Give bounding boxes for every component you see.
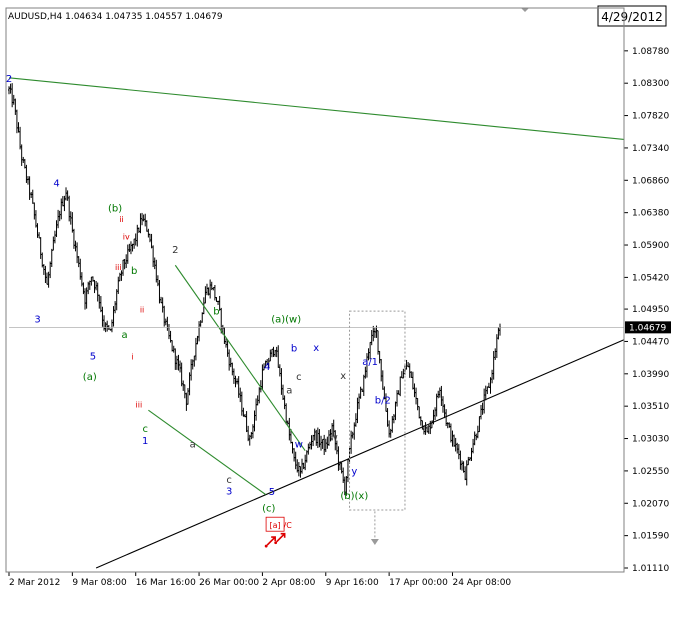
price-tick-label: 1.02550: [632, 467, 669, 477]
price-tick-label: 1.03510: [632, 402, 669, 412]
wave-label: b/2: [375, 395, 391, 406]
wave-label: iii: [115, 263, 122, 272]
wave-label: /C: [284, 521, 293, 530]
wave-label: a/1: [362, 357, 378, 368]
price-tick-label: 1.07820: [632, 112, 669, 122]
wave-label: x: [340, 371, 346, 382]
price-tick-label: 1.07340: [632, 144, 669, 154]
date-badge: 4/29/2012: [597, 5, 667, 27]
wave-label: b: [213, 306, 219, 317]
chart-container: 2 4 3 5 (a) (b) ii iv iii b a ii i iii c 1 2 a b c 3 4 5 (c) [a]…: [0, 0, 673, 633]
wave-label: c: [226, 475, 232, 486]
wave-label: b: [131, 266, 137, 277]
wave-label: (a): [83, 372, 97, 383]
wave-label: c: [296, 372, 302, 383]
wave-label: 4: [53, 178, 59, 189]
price-tick-label: 1.08780: [632, 47, 669, 57]
wave-label: iii: [136, 401, 143, 410]
wave-label: 2: [172, 245, 178, 256]
symbol-info: AUDUSD,H4 1.04634 1.04735 1.04557 1.0467…: [8, 12, 223, 22]
current-price-tag-text: 1.04679: [629, 323, 666, 333]
wave-label: (b): [108, 203, 122, 214]
price-tick-label: 1.04950: [632, 305, 669, 315]
wave-label: i: [131, 353, 133, 362]
time-tick-label: 16 Mar 16:00: [136, 578, 196, 588]
wave-label: x: [313, 343, 319, 354]
price-tick-label: 1.01590: [632, 532, 669, 542]
price-tick-label: 1.04470: [632, 337, 669, 347]
chart-background: [0, 0, 673, 633]
time-tick-label: 9 Mar 08:00: [72, 578, 127, 588]
wave-label: y: [351, 466, 357, 477]
time-tick-label: 26 Mar 00:00: [199, 578, 259, 588]
time-tick-label: 17 Apr 00:00: [389, 578, 448, 588]
red-arrow-dot: [264, 544, 268, 548]
wave-label: iv: [123, 233, 130, 242]
price-tick-label: 1.02070: [632, 499, 669, 509]
wave-label: a: [190, 439, 196, 450]
red-arrow-dot: [274, 541, 278, 545]
wave-label: ii: [119, 215, 123, 224]
wave-label: 5: [269, 487, 275, 498]
price-tick-label: 1.08300: [632, 79, 669, 89]
time-tick-label: 2 Apr 08:00: [262, 578, 315, 588]
wave-label: ii: [140, 305, 144, 314]
wave-label: [a]: [270, 521, 281, 530]
current-price-tag: 1.04679: [625, 321, 671, 334]
wave-label: (c): [262, 503, 275, 514]
wave-label: 2: [6, 74, 12, 85]
wave-label: (b)(x): [340, 491, 368, 502]
wave-label: b: [291, 344, 297, 355]
wave-label: 5: [90, 352, 96, 363]
price-tick-label: 1.03030: [632, 435, 669, 445]
price-tick-label: 1.01110: [632, 564, 669, 574]
wave-label: w: [330, 433, 338, 444]
date-badge-text: 4/29/2012: [601, 10, 663, 24]
candlestick-chart: 2435(a)(b)iiiviii baiiiiiic12abc345(c)[a]…: [0, 0, 673, 633]
wave-label: 4: [264, 362, 270, 373]
wave-label: a: [286, 385, 292, 396]
price-tick-label: 1.06380: [632, 209, 669, 219]
wave-label: 3: [226, 487, 232, 498]
wave-label: a: [122, 330, 128, 341]
time-tick-label: 24 Apr 08:00: [452, 578, 511, 588]
price-tick-label: 1.06860: [632, 176, 669, 186]
wave-label: 3: [34, 315, 40, 326]
price-tick-label: 1.05420: [632, 273, 669, 283]
time-tick-label: 2 Mar 2012: [9, 578, 60, 588]
price-tick-label: 1.05900: [632, 241, 669, 251]
wave-label: w: [295, 439, 303, 450]
price-tick-label: 1.03990: [632, 370, 669, 380]
wave-label: (a)(w): [271, 315, 301, 326]
wave-label: c: [142, 424, 148, 435]
wave-label: 1: [142, 436, 148, 447]
time-tick-label: 9 Apr 16:00: [326, 578, 379, 588]
